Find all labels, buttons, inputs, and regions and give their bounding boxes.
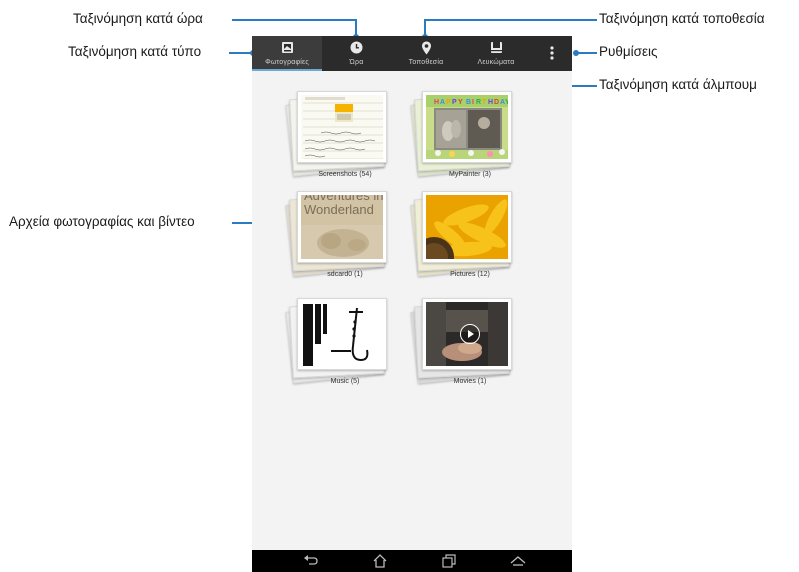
annotation-settings: Ρυθμίσεις bbox=[599, 44, 658, 59]
svg-text:P: P bbox=[452, 99, 457, 106]
album-caption: Screenshots (54) bbox=[318, 171, 372, 178]
album-thumbnail bbox=[301, 95, 383, 159]
svg-text:H: H bbox=[488, 99, 493, 106]
recent-apps-icon bbox=[442, 554, 456, 568]
annotation-sort-album: Ταξινόμηση κατά άλμπουμ bbox=[599, 77, 757, 92]
overflow-menu-button[interactable] bbox=[531, 36, 572, 71]
album-thumbnail bbox=[301, 302, 383, 366]
album-screenshots[interactable]: Screenshots (54) bbox=[285, 91, 395, 187]
album-cover bbox=[297, 298, 387, 370]
album-caption: sdcard0 (1) bbox=[327, 271, 363, 278]
overflow-menu-icon bbox=[531, 46, 572, 60]
annotation-sort-type: Ταξινόμηση κατά τύπο bbox=[68, 44, 202, 59]
svg-text:H: H bbox=[434, 99, 439, 106]
play-icon bbox=[460, 324, 480, 344]
album-caption: MyPainter (3) bbox=[448, 171, 491, 178]
svg-text:I: I bbox=[472, 99, 474, 106]
album-pictures[interactable]: Pictures (12) bbox=[410, 191, 520, 287]
album-icon bbox=[461, 41, 531, 55]
album-caption: Pictures (12) bbox=[450, 271, 490, 278]
tab-photos-label: Φωτογραφίες bbox=[265, 59, 309, 66]
system-nav-bar bbox=[252, 550, 572, 572]
album-cover bbox=[422, 298, 512, 370]
photos-icon bbox=[252, 41, 322, 55]
annotation-line-sort-location bbox=[425, 19, 597, 21]
album-caption: Music (5) bbox=[330, 378, 360, 385]
gallery-screen: Φωτογραφίες Ώρα Τοποθεσία Λευκώματα Scre… bbox=[252, 36, 572, 572]
tab-location-label: Τοποθεσία bbox=[408, 59, 444, 66]
back-button[interactable] bbox=[301, 554, 321, 568]
album-thumbnail bbox=[426, 195, 508, 259]
svg-text:R: R bbox=[476, 99, 481, 106]
recent-apps-button[interactable] bbox=[439, 554, 459, 568]
svg-text:P: P bbox=[446, 99, 451, 106]
album-thumbnail bbox=[426, 302, 508, 366]
album-mypainter[interactable]: HAP PY BIR THD AY MyPainter (3) bbox=[410, 91, 520, 187]
album-cover: HAP PY BIR THD AY bbox=[422, 91, 512, 163]
svg-text:Y: Y bbox=[458, 99, 463, 106]
annotation-sort-location: Ταξινόμηση κατά τοποθεσία bbox=[599, 11, 765, 26]
up-button[interactable] bbox=[508, 554, 528, 568]
svg-text:D: D bbox=[494, 99, 499, 106]
home-button[interactable] bbox=[370, 554, 390, 568]
annotation-sort-time: Ταξινόμηση κατά ώρα bbox=[73, 11, 203, 26]
up-icon bbox=[510, 556, 526, 566]
svg-text:T: T bbox=[482, 99, 487, 106]
annotation-line-sort-time bbox=[232, 19, 356, 21]
album-cover bbox=[422, 191, 512, 263]
album-sdcard0[interactable]: Adventures in Wonderland sdcard0 (1) bbox=[285, 191, 395, 287]
annotation-files: Αρχεία φωτογραφίας και βίντεο bbox=[9, 214, 195, 229]
album-thumbnail: Adventures in Wonderland bbox=[301, 195, 383, 259]
tab-location[interactable]: Τοποθεσία bbox=[391, 36, 461, 71]
tab-photos[interactable]: Φωτογραφίες bbox=[252, 36, 322, 71]
svg-text:Y: Y bbox=[505, 99, 508, 106]
tab-albums[interactable]: Λευκώματα bbox=[461, 36, 531, 71]
location-pin-icon bbox=[391, 41, 461, 55]
annotation-dot-settings bbox=[573, 50, 579, 56]
home-icon bbox=[373, 554, 387, 568]
svg-text:A: A bbox=[440, 99, 445, 106]
sdcard0-cover-text: Adventures in Wonderland bbox=[304, 195, 383, 217]
album-caption: Movies (1) bbox=[453, 378, 487, 385]
tab-time-label: Ώρα bbox=[349, 59, 364, 66]
album-movies[interactable]: Movies (1) bbox=[410, 298, 520, 394]
album-music[interactable]: Music (5) bbox=[285, 298, 395, 394]
tab-albums-label: Λευκώματα bbox=[477, 59, 515, 66]
clock-icon bbox=[322, 41, 391, 55]
back-icon bbox=[304, 555, 318, 565]
album-thumbnail: HAP PY BIR THD AY bbox=[426, 95, 508, 159]
gallery-tab-bar: Φωτογραφίες Ώρα Τοποθεσία Λευκώματα bbox=[252, 36, 572, 71]
album-cover bbox=[297, 91, 387, 163]
tab-time[interactable]: Ώρα bbox=[322, 36, 391, 71]
svg-text:B: B bbox=[466, 99, 471, 106]
album-cover: Adventures in Wonderland bbox=[297, 191, 387, 263]
